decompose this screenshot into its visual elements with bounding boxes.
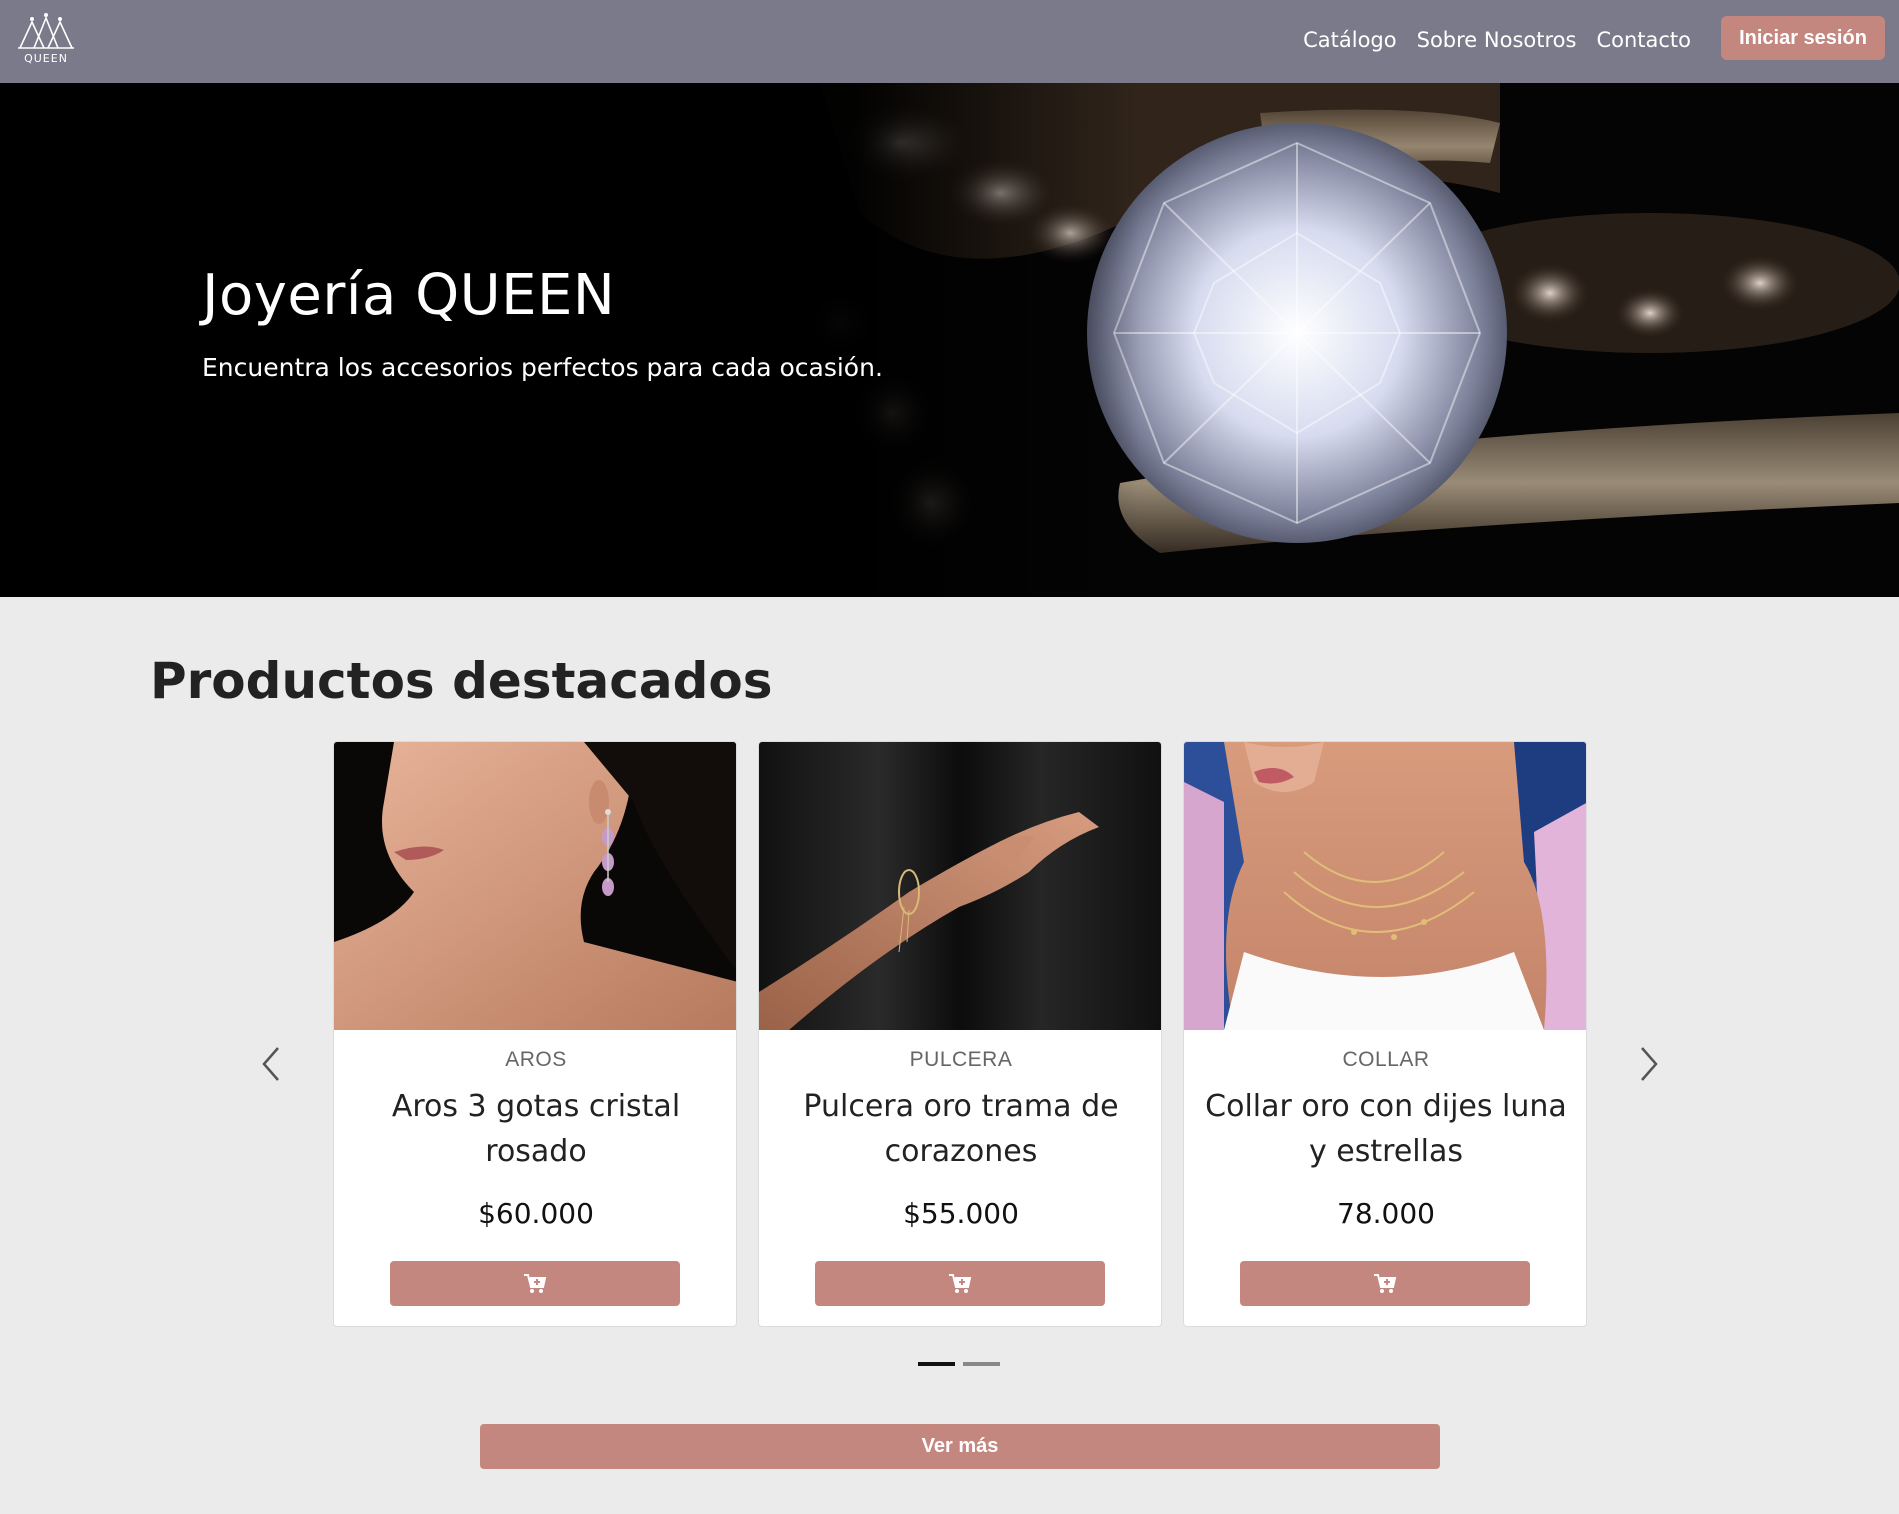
login-button[interactable]: Iniciar sesión [1721,16,1885,60]
carousel-indicator-2[interactable] [963,1362,1000,1366]
product-category: AROS [505,1048,567,1071]
chevron-right-icon [1641,1047,1658,1081]
add-to-cart-button[interactable] [390,1261,680,1306]
product-category: PULCERA [909,1048,1013,1071]
product-card[interactable]: PULCERA Pulcera oro trama de corazones $… [758,741,1162,1327]
crown-logo-icon [18,13,74,49]
cart-plus-icon [524,1273,547,1293]
navbar: QUEEN Catálogo Sobre Nosotros Contacto I… [0,0,1899,83]
product-name[interactable]: Collar oro con dijes luna y estrellas [1200,1084,1572,1174]
product-image-bracelet[interactable] [759,742,1161,1030]
carousel-prev-button[interactable] [252,1042,292,1086]
queen-logo[interactable]: QUEEN [16,12,76,68]
add-to-cart-button[interactable] [815,1261,1105,1306]
product-name[interactable]: Aros 3 gotas cristal rosado [350,1084,722,1174]
chevron-left-icon [262,1047,279,1081]
product-card[interactable]: COLLAR Collar oro con dijes luna y estre… [1183,741,1587,1327]
product-price: $55.000 [903,1197,1019,1230]
add-to-cart-button[interactable] [1240,1261,1530,1306]
product-category: COLLAR [1342,1048,1430,1071]
product-price: 78.000 [1337,1197,1435,1230]
nav-link-contacto[interactable]: Contacto [1596,28,1691,52]
product-image-necklace[interactable] [1184,742,1586,1030]
featured-products-title: Productos destacados [150,652,773,710]
nav-link-sobre-nosotros[interactable]: Sobre Nosotros [1417,28,1577,52]
hero-subtitle: Encuentra los accesorios perfectos para … [202,353,883,382]
cart-plus-icon [1374,1273,1397,1293]
carousel-indicator-1[interactable] [918,1362,955,1366]
main-nav: Catálogo Sobre Nosotros Contacto [1303,24,1691,56]
hero-banner: Joyería QUEEN Encuentra los accesorios p… [0,83,1899,597]
carousel-indicators [918,1362,1000,1366]
product-image-earrings[interactable] [334,742,736,1030]
carousel-next-button[interactable] [1628,1042,1668,1086]
see-more-button[interactable]: Ver más [480,1424,1440,1469]
cart-plus-icon [949,1273,972,1293]
nav-link-catalogo[interactable]: Catálogo [1303,28,1397,52]
diamond-ring-image [0,83,1899,597]
product-card[interactable]: AROS Aros 3 gotas cristal rosado $60.000 [333,741,737,1327]
logo-text: QUEEN [24,52,68,65]
product-price: $60.000 [478,1197,594,1230]
hero-title: Joyería QUEEN [202,263,616,328]
product-name[interactable]: Pulcera oro trama de corazones [775,1084,1147,1174]
